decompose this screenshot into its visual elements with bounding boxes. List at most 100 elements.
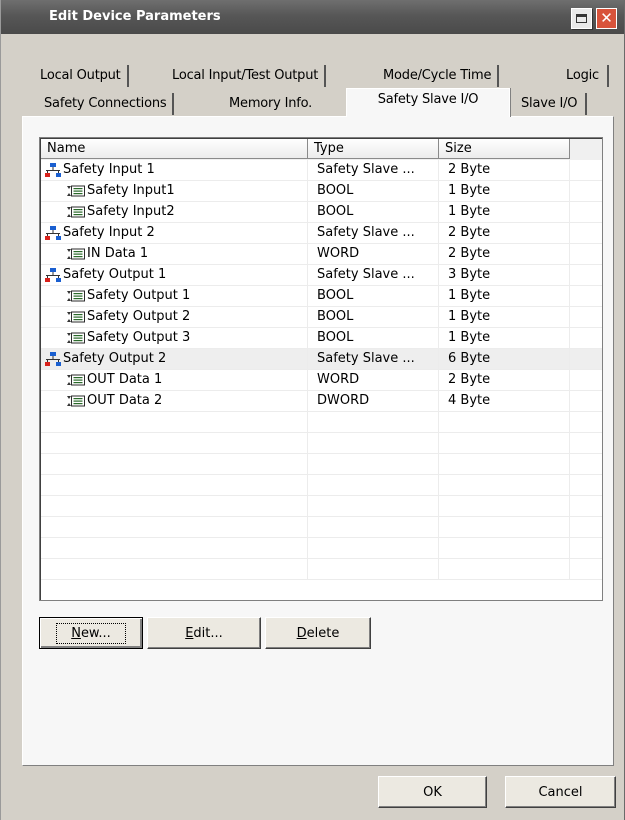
tab-local-input-test-output[interactable]: Local Input/Test Output — [166, 65, 327, 87]
new-button[interactable]: New... — [39, 617, 143, 649]
column-header-name[interactable]: Name — [41, 139, 308, 159]
row-name: IN Data 1 — [87, 246, 149, 261]
table-row[interactable]: Safety Input2 BOOL 1 Byte — [41, 202, 602, 223]
cell-type: WORD — [308, 244, 439, 265]
cell-size: 1 Byte — [439, 286, 570, 307]
table-row[interactable]: Safety Output 1 BOOL 1 Byte — [41, 286, 602, 307]
cell-size: 2 Byte — [439, 160, 570, 181]
cell-size: 1 Byte — [439, 328, 570, 349]
cell-name: Safety Output 1 — [41, 265, 308, 286]
tab-safety-slave-io[interactable]: Safety Slave I/O — [346, 88, 510, 117]
cell-name: Safety Output 2 — [41, 307, 308, 328]
cell-size: 1 Byte — [439, 202, 570, 223]
row-name: Safety Output 1 — [63, 267, 167, 282]
cell-empty — [439, 433, 570, 454]
new-button-label: New... — [56, 622, 126, 644]
empty-row — [41, 412, 602, 433]
empty-row — [41, 454, 602, 475]
cell-empty — [308, 433, 439, 454]
cell-size: 2 Byte — [439, 223, 570, 244]
ok-button[interactable]: OK — [378, 776, 487, 808]
cell-size: 2 Byte — [439, 244, 570, 265]
tab-mode-cycle-time[interactable]: Mode/Cycle Time — [377, 65, 500, 87]
io-tag-icon — [67, 290, 85, 302]
cell-empty — [439, 412, 570, 433]
cell-type: BOOL — [308, 286, 439, 307]
tab-logic[interactable]: Logic — [560, 65, 609, 87]
tab-slave-io[interactable]: Slave I/O — [515, 93, 588, 115]
maximize-button[interactable] — [571, 8, 592, 29]
table-row[interactable]: IN Data 1 WORD 2 Byte — [41, 244, 602, 265]
cell-type: Safety Slave ... — [308, 265, 439, 286]
network-node-icon — [45, 226, 61, 240]
cancel-button[interactable]: Cancel — [505, 776, 616, 808]
tab-memory-info[interactable]: Memory Info. — [223, 93, 318, 115]
network-node-icon — [45, 268, 61, 282]
table-row[interactable]: Safety Input 1 Safety Slave ... 2 Byte — [41, 160, 602, 181]
row-name: OUT Data 1 — [87, 372, 163, 387]
cell-empty — [41, 538, 308, 559]
cell-empty — [439, 517, 570, 538]
cell-empty — [439, 475, 570, 496]
edit-button[interactable]: Edit... — [147, 617, 261, 649]
table-row[interactable]: OUT Data 2 DWORD 4 Byte — [41, 391, 602, 412]
cell-type: WORD — [308, 370, 439, 391]
cell-name: OUT Data 2 — [41, 391, 308, 412]
network-node-icon — [45, 352, 61, 366]
empty-row — [41, 496, 602, 517]
cell-empty — [439, 538, 570, 559]
cell-empty — [308, 454, 439, 475]
io-tag-icon — [67, 206, 85, 218]
cell-empty — [308, 496, 439, 517]
row-name: Safety Input1 — [87, 183, 175, 198]
delete-button-label: Delete — [296, 625, 340, 641]
cell-name: Safety Output 3 — [41, 328, 308, 349]
cell-type: BOOL — [308, 181, 439, 202]
table-row[interactable]: Safety Output 2 Safety Slave ... 6 Byte — [41, 349, 602, 370]
table-row[interactable]: OUT Data 1 WORD 2 Byte — [41, 370, 602, 391]
slave-io-list[interactable]: Name Type Size Safety Input 1 Safety Sla… — [39, 137, 603, 601]
close-icon: ✕ — [600, 9, 613, 27]
cell-empty — [308, 475, 439, 496]
tab-local-output[interactable]: Local Output — [34, 65, 129, 87]
delete-button[interactable]: Delete — [265, 617, 371, 649]
tab-safety-connections[interactable]: Safety Connections — [38, 93, 175, 115]
column-header-size[interactable]: Size — [439, 139, 570, 159]
table-row[interactable]: Safety Output 3 BOOL 1 Byte — [41, 328, 602, 349]
row-name: Safety Output 1 — [87, 288, 191, 303]
cell-type: BOOL — [308, 328, 439, 349]
io-tag-icon — [67, 332, 85, 344]
network-node-icon — [45, 163, 61, 177]
cell-size: 3 Byte — [439, 265, 570, 286]
cell-empty — [439, 454, 570, 475]
cell-type: DWORD — [308, 391, 439, 412]
io-tag-icon — [67, 311, 85, 323]
empty-row — [41, 559, 602, 580]
row-name: Safety Output 3 — [87, 330, 191, 345]
cell-empty — [41, 433, 308, 454]
cell-size: 1 Byte — [439, 181, 570, 202]
cell-empty — [308, 538, 439, 559]
cell-type: Safety Slave ... — [308, 223, 439, 244]
cell-type: BOOL — [308, 202, 439, 223]
cell-empty — [41, 454, 308, 475]
cell-size: 1 Byte — [439, 307, 570, 328]
edit-device-parameters-dialog: Edit Device Parameters ✕ Local Output Lo… — [0, 0, 625, 820]
table-row[interactable]: Safety Input 2 Safety Slave ... 2 Byte — [41, 223, 602, 244]
cell-size: 4 Byte — [439, 391, 570, 412]
cell-name: OUT Data 1 — [41, 370, 308, 391]
title-bar[interactable]: Edit Device Parameters ✕ — [1, 0, 624, 34]
row-name: Safety Output 2 — [63, 351, 167, 366]
empty-row — [41, 517, 602, 538]
empty-row — [41, 538, 602, 559]
table-row[interactable]: Safety Output 1 Safety Slave ... 3 Byte — [41, 265, 602, 286]
edit-button-label: Edit... — [185, 625, 223, 641]
column-header-type[interactable]: Type — [308, 139, 439, 159]
row-name: Safety Output 2 — [87, 309, 191, 324]
table-row[interactable]: Safety Output 2 BOOL 1 Byte — [41, 307, 602, 328]
empty-row — [41, 433, 602, 454]
cell-size: 6 Byte — [439, 349, 570, 370]
table-row[interactable]: Safety Input1 BOOL 1 Byte — [41, 181, 602, 202]
io-tag-icon — [67, 248, 85, 260]
close-button[interactable]: ✕ — [596, 8, 617, 29]
